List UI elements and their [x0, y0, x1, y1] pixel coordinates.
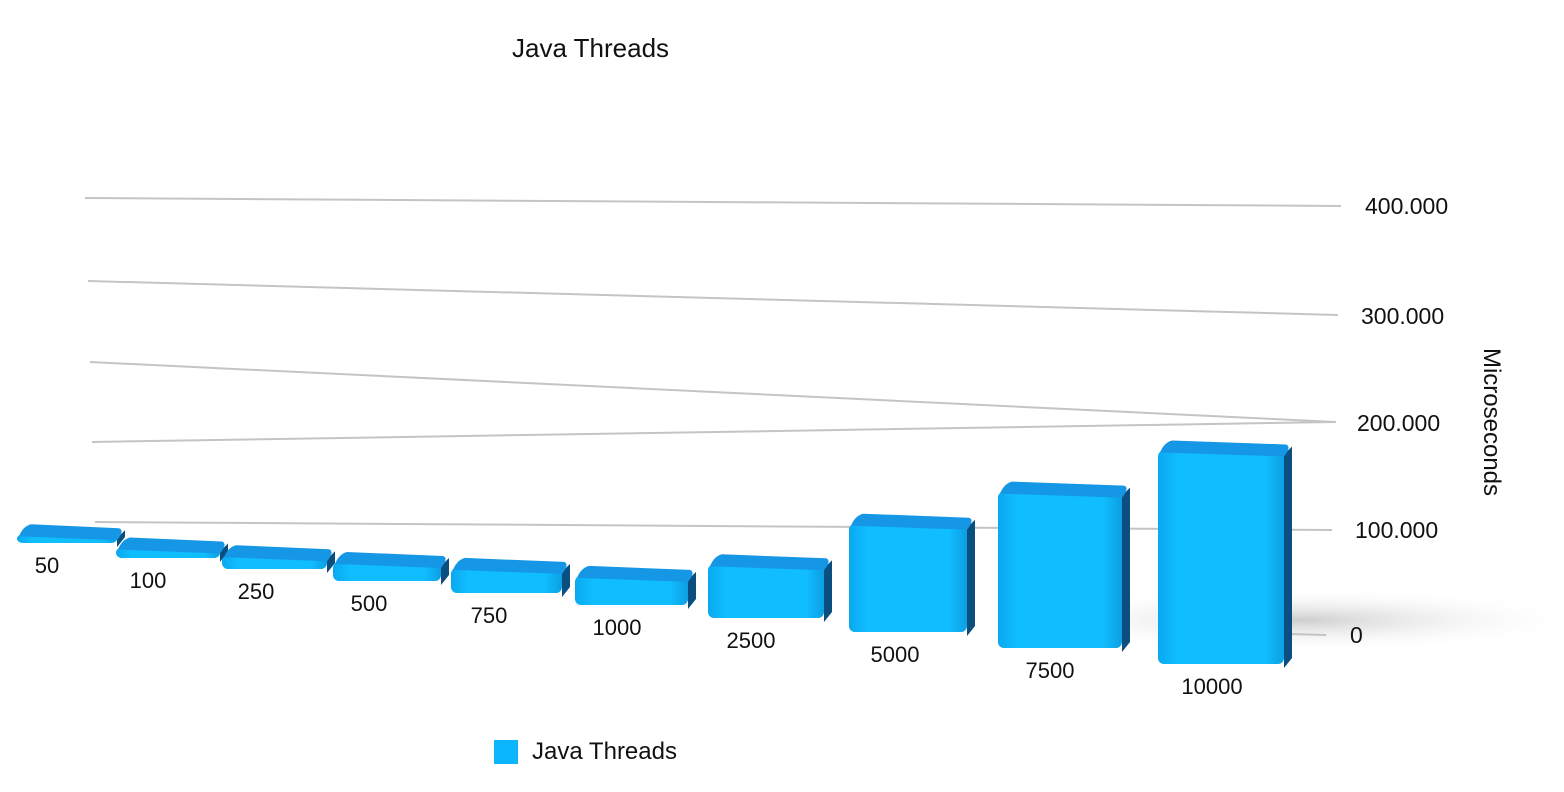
- x-tick-label: 1000: [593, 615, 642, 640]
- gridline: [91, 421, 1335, 443]
- x-tick-label: 10000: [1181, 674, 1242, 699]
- y-tick-label: 400.000: [1365, 193, 1448, 219]
- legend: Java Threads: [494, 738, 677, 766]
- bar-side: [1122, 487, 1130, 652]
- gridline: [89, 361, 1337, 423]
- x-tick-label: 2500: [727, 628, 776, 653]
- bar: [17, 524, 125, 547]
- y-tick-label: 0: [1350, 622, 1363, 648]
- bar-chart: 0 100.000 200.000 300.000 400.000 50 100 250 50…: [17, 193, 1564, 699]
- gridline-baseline: [1289, 633, 1327, 636]
- bar: [708, 554, 832, 622]
- bar-side: [967, 519, 975, 636]
- bar: [333, 551, 449, 585]
- x-tick-label: 250: [238, 579, 275, 604]
- bar-side: [824, 560, 832, 622]
- bar: [222, 545, 335, 573]
- x-tick-label: 7500: [1026, 658, 1075, 683]
- legend-swatch: [494, 740, 518, 764]
- y-axis-label: Microseconds: [1478, 348, 1505, 496]
- x-tick-label: 5000: [871, 642, 920, 667]
- bar-front: [1158, 450, 1284, 664]
- bar-front: [849, 523, 967, 632]
- legend-label: Java Threads: [532, 738, 677, 765]
- bar: [451, 557, 570, 597]
- y-tick-label: 300.000: [1361, 303, 1444, 329]
- gridline: [87, 280, 1339, 316]
- x-tick-label: 750: [471, 603, 508, 628]
- bar: [575, 565, 696, 609]
- bar-side: [1284, 446, 1292, 668]
- bar: [116, 537, 228, 562]
- bars: [17, 440, 1292, 668]
- x-tick-label: 50: [35, 553, 59, 578]
- x-tick-label: 100: [130, 568, 167, 593]
- y-axis-ticks: 0 100.000 200.000 300.000 400.000: [1350, 193, 1448, 648]
- gridline: [84, 197, 1342, 207]
- y-tick-label: 200.000: [1357, 410, 1440, 436]
- gridline: [94, 521, 1333, 531]
- bar-front: [998, 491, 1122, 648]
- bar-front: [708, 564, 824, 618]
- y-tick-label: 100.000: [1355, 517, 1438, 543]
- bar: [849, 513, 975, 636]
- x-tick-label: 500: [351, 591, 388, 616]
- bar: [1158, 440, 1292, 668]
- bar: [998, 481, 1130, 652]
